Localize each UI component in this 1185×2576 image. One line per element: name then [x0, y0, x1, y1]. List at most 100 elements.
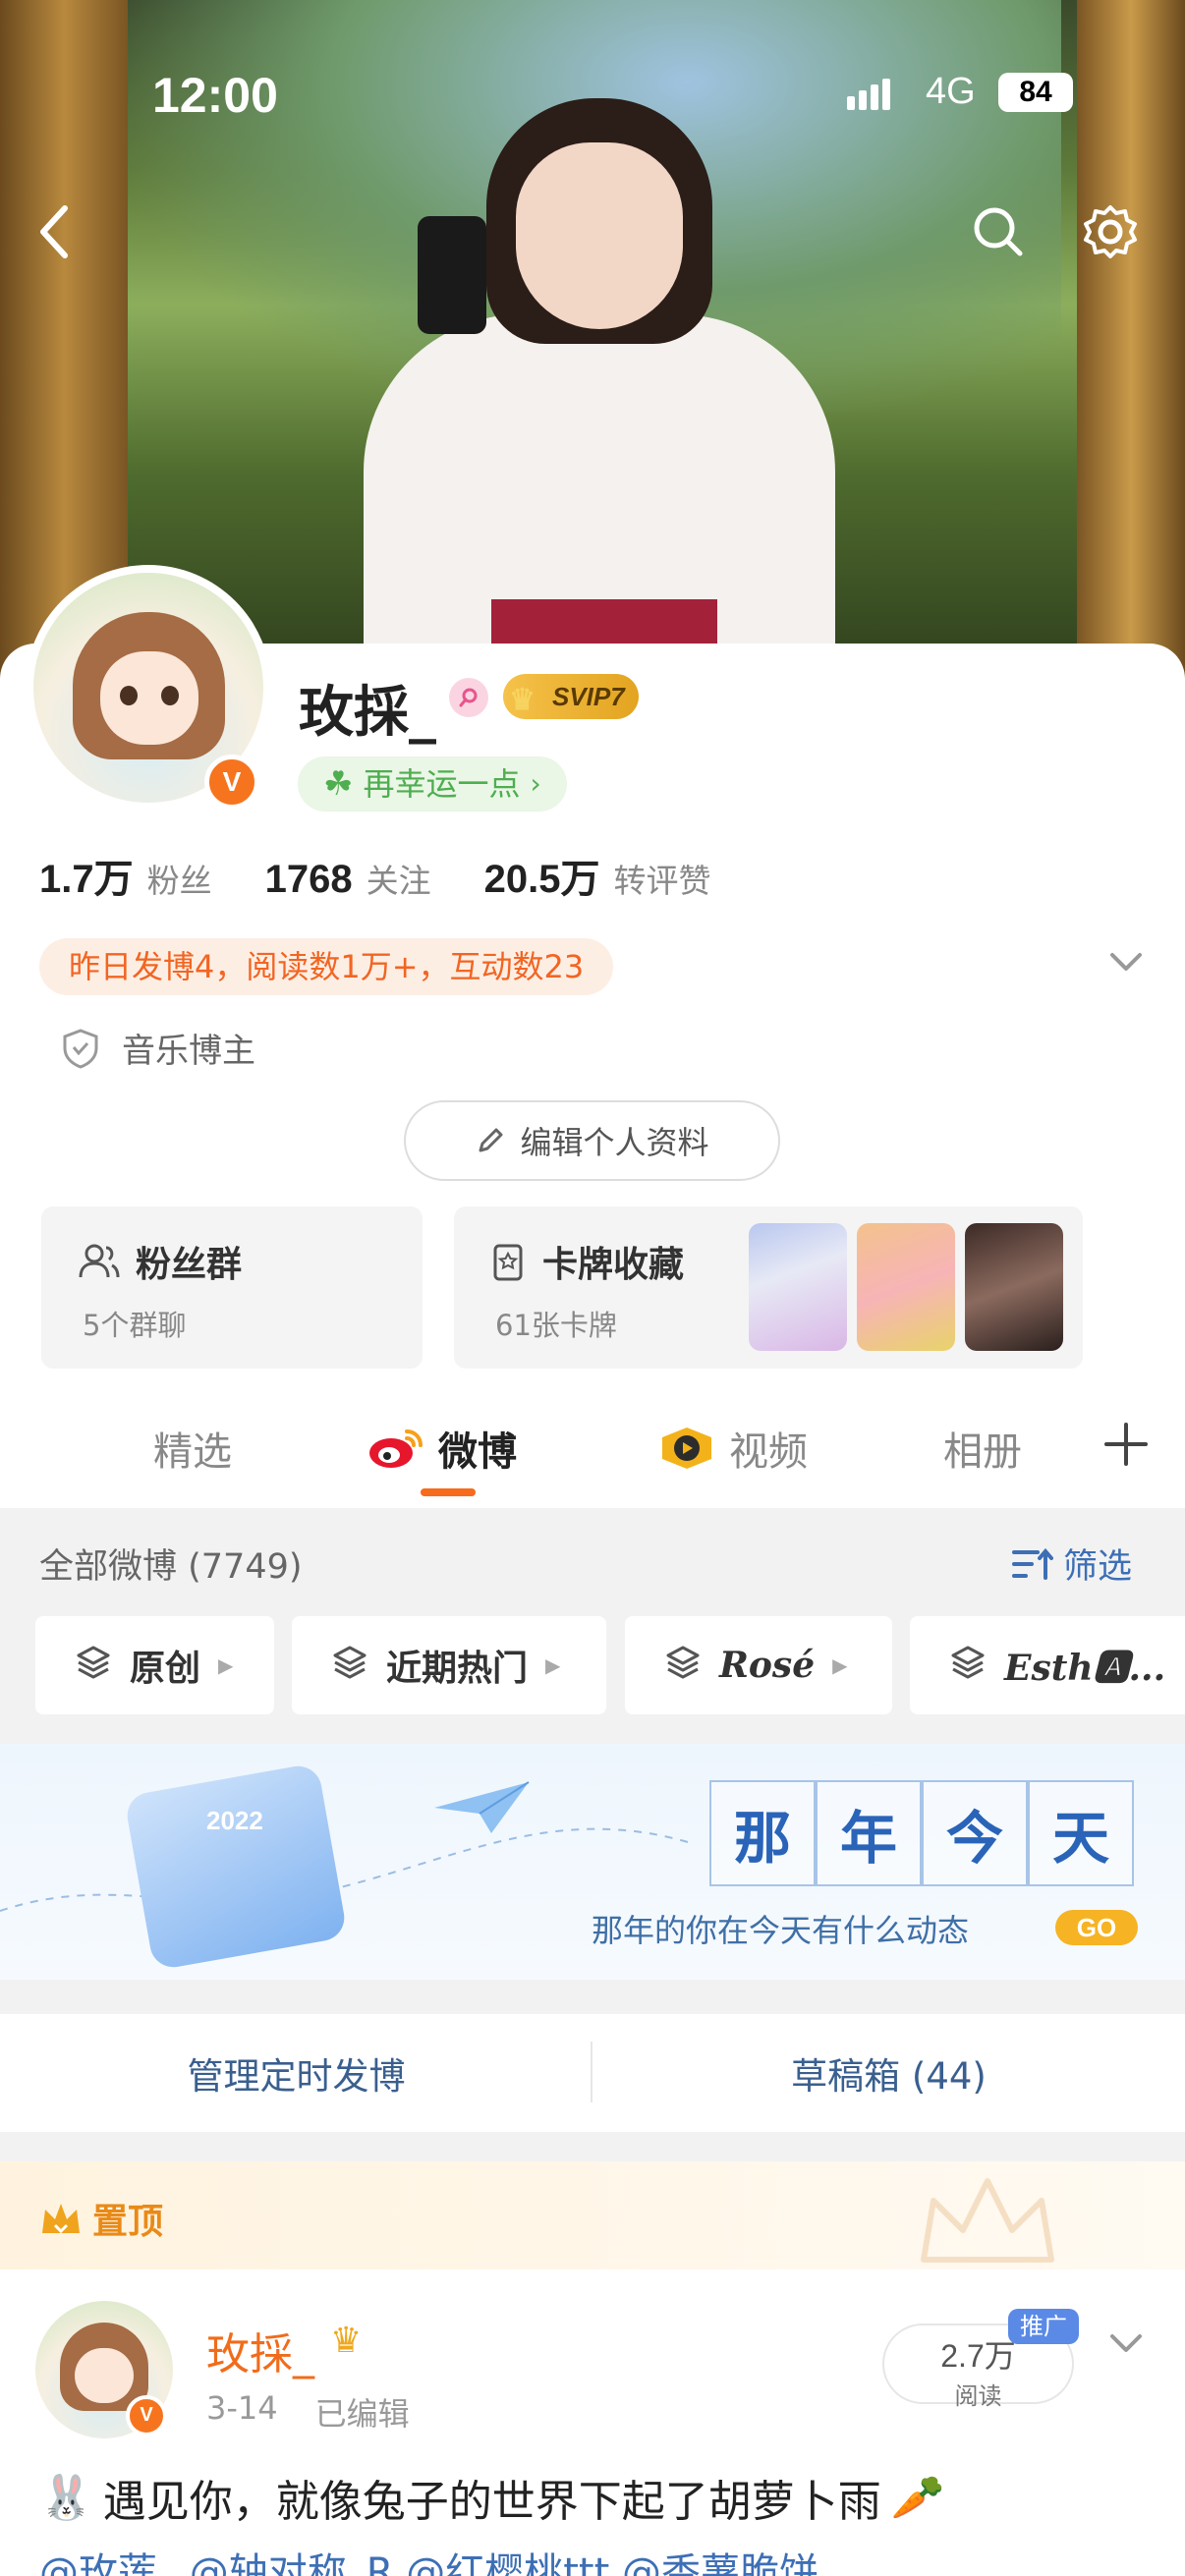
search-button[interactable]	[959, 193, 1038, 271]
pinned-band	[0, 2161, 1185, 2269]
back-button[interactable]	[14, 193, 92, 271]
post-text-line: 🐰 遇见你，就像兔子的世界下起了胡萝卜雨 🥕	[39, 2466, 945, 2529]
edit-profile-button[interactable]: 编辑个人资料	[404, 1100, 780, 1181]
video-icon	[662, 1428, 711, 1469]
post-text: 遇见你，就像兔子的世界下起了胡萝卜雨	[102, 2477, 881, 2527]
post-mentions[interactable]: @玫莲_ @轴对称_R @红樱桃ttt @香薯脆饼	[39, 2541, 818, 2576]
promote-badge[interactable]: 推广	[1008, 2309, 1079, 2344]
profile-tabs: 精选 微博 视频 相册	[0, 1390, 1185, 1508]
plus-icon	[1104, 1423, 1148, 1466]
tab-album[interactable]: 相册	[943, 1420, 1022, 1477]
following-label[interactable]: 关注	[367, 855, 431, 902]
clover-icon: ☘	[323, 764, 354, 804]
post-menu-button[interactable]	[1106, 2330, 1146, 2362]
post-author-name[interactable]: 玫採_	[206, 2319, 314, 2381]
chevron-left-icon	[40, 205, 68, 258]
read-unit: 阅读	[954, 2382, 1002, 2410]
post-management-bar: 管理定时发博 草稿箱 (44)	[0, 2014, 1185, 2132]
verified-badge: V	[204, 755, 259, 810]
activity-summary[interactable]: 昨日发博4，阅读数1万+，互动数23	[39, 938, 614, 995]
layers-icon	[75, 1644, 112, 1688]
scheduled-posts-button[interactable]: 管理定时发博	[0, 2014, 592, 2132]
pill-label: Rosé	[719, 1645, 816, 1686]
add-tab-button[interactable]	[1097, 1415, 1156, 1474]
post-edited: 已编辑	[314, 2395, 410, 2433]
filter-pill-hot[interactable]: 近期热门 ▶	[292, 1616, 606, 1714]
caret-right-icon: ▶	[545, 1653, 561, 1677]
tab-video-label: 视频	[729, 1429, 808, 1475]
filter-pill-esth[interactable]: Esth🅰...	[910, 1616, 1185, 1714]
battery-indicator: 84	[998, 73, 1073, 112]
paper-plane-icon	[432, 1778, 531, 1841]
network-type: 4G	[926, 71, 976, 112]
post-date: 3-14	[206, 2389, 278, 2427]
card-collection-card[interactable]: 卡牌收藏 61张卡牌	[454, 1206, 1083, 1369]
title-char: 天	[1028, 1780, 1134, 1886]
memories-subtitle: 那年的你在今天有什么动态	[592, 1912, 970, 1949]
following-count[interactable]: 1768	[265, 858, 353, 902]
calendar-illustration	[123, 1763, 349, 1971]
shield-icon	[63, 1028, 98, 1069]
chevron-down-icon	[1110, 2334, 1142, 2352]
crown-watermark	[921, 2178, 1054, 2263]
filter-pill-rose[interactable]: Rosé ▶	[625, 1616, 892, 1714]
tab-video[interactable]: 视频	[658, 1420, 808, 1477]
pencil-icon	[479, 1128, 503, 1152]
name-search-button[interactable]	[449, 678, 488, 717]
card-thumbnail[interactable]	[857, 1223, 955, 1351]
pill-label: 近期热门	[386, 1649, 529, 1689]
likes-label[interactable]: 转评赞	[613, 855, 710, 902]
crown-icon: ♛	[509, 684, 536, 716]
calendar-year: 2022	[206, 1806, 263, 1835]
post-meta: 3-14 已编辑	[206, 2389, 410, 2435]
tab-weibo-label: 微博	[438, 1429, 517, 1475]
search-icon	[974, 207, 1023, 256]
caret-right-icon: ▶	[218, 1653, 234, 1677]
tab-featured[interactable]: 精选	[153, 1420, 232, 1477]
fan-group-card[interactable]: 粉丝群 5个群聊	[41, 1206, 423, 1369]
profile-screen: 12:00 4G 84 V 玫採_ ♛ SVIP7 ☘ 再幸运一点 › 1.7万…	[0, 0, 1185, 2576]
pill-label: 原创	[130, 1649, 201, 1689]
carrot-icon: 🥕	[890, 2473, 945, 2523]
profile-tag[interactable]: 音乐博主	[59, 1024, 255, 1072]
followers-label[interactable]: 粉丝	[147, 855, 212, 902]
pinned-label: 置顶	[92, 2202, 164, 2242]
edit-profile-label: 编辑个人资料	[520, 1124, 709, 1161]
profile-stats: 1.7万 粉丝 1768 关注 20.5万 转评赞	[39, 847, 763, 904]
svip-badge[interactable]: ♛ SVIP7	[503, 674, 639, 719]
card-collection-subtitle: 61张卡牌	[495, 1309, 617, 1342]
tab-weibo[interactable]: 微博	[367, 1420, 517, 1477]
gear-icon	[1084, 205, 1137, 258]
expand-button[interactable]	[1106, 949, 1146, 980]
magnifier-icon	[459, 688, 478, 707]
svip-label: SVIP7	[552, 682, 625, 711]
title-char: 今	[922, 1780, 1028, 1886]
chevron-right-icon: ›	[530, 767, 541, 800]
go-button[interactable]: GO	[1055, 1910, 1138, 1945]
crown-icon	[42, 2204, 80, 2234]
settings-button[interactable]	[1071, 193, 1150, 271]
tab-album-label: 相册	[943, 1429, 1022, 1475]
followers-count[interactable]: 1.7万	[39, 847, 134, 904]
profile-name: 玫採_	[299, 681, 436, 745]
drafts-button[interactable]: 草稿箱 (44)	[592, 2014, 1185, 2132]
filter-button[interactable]: 筛选	[1012, 1539, 1132, 1589]
card-thumbnail[interactable]	[965, 1223, 1063, 1351]
title-char: 年	[816, 1780, 922, 1886]
pill-label: Esth🅰...	[1004, 1648, 1166, 1689]
card-collection-title: 卡牌收藏	[542, 1245, 685, 1285]
people-icon	[79, 1244, 120, 1278]
filter-pill-original[interactable]: 原创 ▶	[35, 1616, 274, 1714]
signal-icon	[847, 79, 894, 110]
tag-label: 音乐博主	[122, 1032, 255, 1071]
filter-label: 筛选	[1063, 1547, 1133, 1587]
tab-featured-label: 精选	[153, 1429, 232, 1475]
svip-crown-icon: ♛	[330, 2321, 363, 2361]
chevron-down-icon	[1110, 953, 1142, 971]
likes-count[interactable]: 20.5万	[484, 847, 600, 904]
card-thumbnail[interactable]	[749, 1223, 847, 1351]
fan-group-title: 粉丝群	[136, 1245, 243, 1285]
divider	[591, 2042, 592, 2102]
layers-icon	[949, 1644, 987, 1688]
luck-chip[interactable]: ☘ 再幸运一点 ›	[298, 756, 567, 812]
